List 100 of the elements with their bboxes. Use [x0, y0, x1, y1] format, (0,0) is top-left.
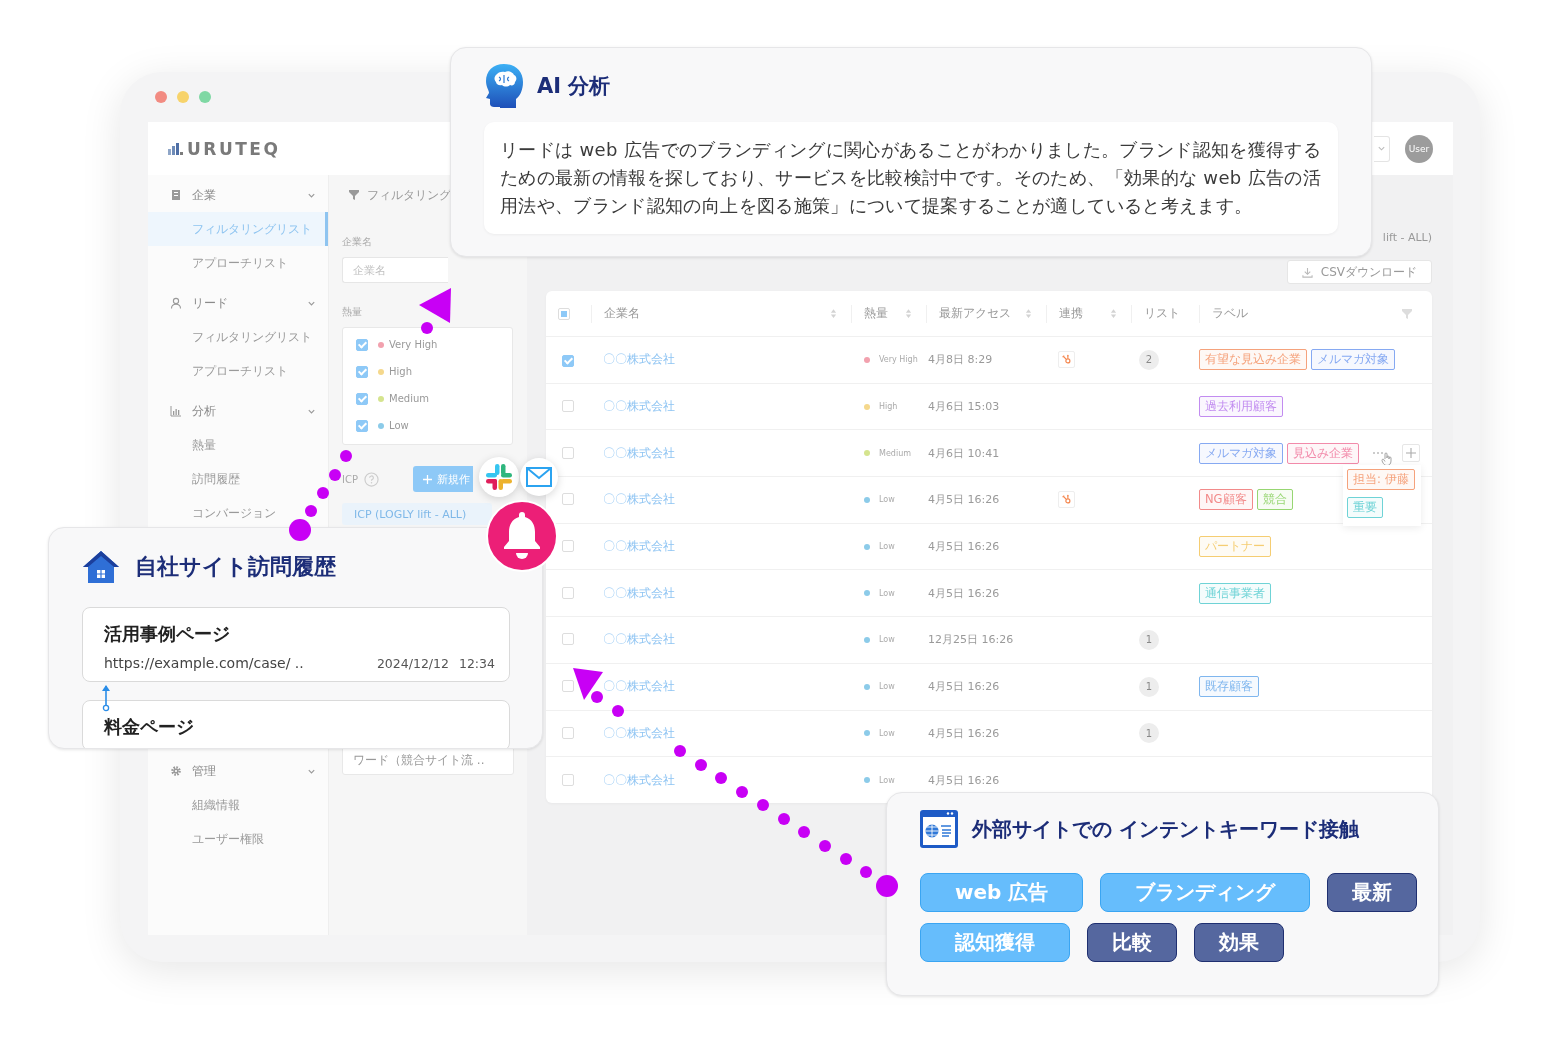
label-tag[interactable]: 見込み企業 [1287, 442, 1359, 464]
company-link[interactable]: 〇〇株式会社 [603, 351, 675, 369]
company-link[interactable]: 〇〇株式会社 [603, 584, 675, 602]
sort-icon[interactable] [1110, 308, 1117, 319]
row-checkbox[interactable] [562, 540, 574, 553]
keyword-chip: 認知獲得 [920, 923, 1070, 962]
company-link[interactable]: 〇〇株式会社 [603, 678, 675, 696]
company-link[interactable]: 〇〇株式会社 [603, 631, 675, 649]
new-button[interactable]: 新規作 [412, 466, 473, 492]
csv-download-button[interactable]: CSVダウンロード [1286, 260, 1432, 284]
label-tag[interactable]: 既存顧客 [1199, 676, 1259, 698]
label-tag[interactable]: メルマガ対象 [1199, 442, 1283, 464]
download-icon [1301, 266, 1313, 278]
help-icon[interactable] [363, 471, 379, 487]
plus-icon [1406, 448, 1416, 459]
company-link[interactable]: 〇〇株式会社 [603, 491, 675, 509]
dropdown[interactable] [1374, 135, 1390, 162]
close-dot[interactable] [155, 91, 167, 103]
app-logo-text: URUTEQ [187, 138, 281, 159]
column-header[interactable]: リスト [1144, 305, 1199, 322]
label-tag[interactable]: 有望な見込み企業 [1199, 349, 1307, 371]
row-checkbox[interactable] [562, 633, 574, 646]
company-link[interactable]: 〇〇株式会社 [603, 538, 675, 556]
option-label: Medium [389, 393, 429, 404]
heat-level: Low [879, 775, 895, 785]
sidebar-item[interactable]: アプローチリスト [148, 246, 328, 280]
heat-level: Low [879, 495, 895, 505]
row-checkbox[interactable] [562, 773, 574, 786]
row-checkbox[interactable] [562, 726, 574, 739]
sidebar-item[interactable]: コンバージョン [148, 496, 328, 530]
option-label: Very High [389, 339, 438, 350]
column-header[interactable]: ラベル [1212, 305, 1432, 322]
sidebar-item[interactable]: 組織情報 [148, 788, 328, 822]
row-checkbox[interactable] [562, 493, 574, 506]
label-tag[interactable]: 過去利用顧客 [1199, 396, 1283, 418]
heat-level: Very High [879, 355, 918, 365]
funnel-icon[interactable] [1402, 308, 1412, 319]
access-time: 4月5日 16:26 [928, 585, 1000, 601]
sort-icon[interactable] [830, 308, 837, 319]
label-tag[interactable]: 通信事業者 [1199, 582, 1271, 604]
heat-level: Medium [879, 448, 911, 458]
page-url: https://example.com/case/ .. [104, 655, 304, 671]
heat-level: Low [879, 682, 895, 692]
keyword-chip: 最新 [1327, 873, 1418, 912]
count-badge: 1 [1139, 676, 1159, 697]
browser-globe-icon [920, 810, 958, 848]
card-title: 外部サイトでの インテントキーワード接触 [972, 815, 1359, 843]
row-checkbox[interactable] [562, 446, 574, 459]
sidebar-group[interactable]: 企業 [148, 178, 328, 212]
caret-icon [1377, 144, 1386, 153]
company-link[interactable]: 〇〇株式会社 [603, 724, 675, 742]
company-link[interactable]: 〇〇株式会社 [603, 771, 675, 789]
column-header[interactable]: 最新アクセス [939, 305, 1025, 322]
card-title: AI 分析 [537, 73, 611, 100]
heat-level: High [879, 402, 898, 412]
add-label-button[interactable] [1402, 444, 1420, 463]
bar-chart-icon [170, 405, 182, 417]
sidebar-item[interactable]: ユーザー権限 [148, 822, 328, 856]
row-checkbox[interactable] [562, 680, 574, 693]
select-all-checkbox[interactable] [558, 307, 570, 320]
minimize-dot[interactable] [177, 91, 189, 103]
keyword-chip: web 広告 [920, 873, 1084, 912]
column-header[interactable]: 連携 [1059, 305, 1110, 322]
maximize-dot[interactable] [199, 91, 211, 103]
sort-icon[interactable] [905, 308, 912, 319]
list-item[interactable]: ICP (LOGLY lift - ALL) [342, 503, 492, 525]
checkbox[interactable] [356, 419, 368, 432]
access-time: 4月5日 16:26 [928, 492, 1000, 508]
row-checkbox[interactable] [562, 400, 574, 413]
company-link[interactable]: 〇〇株式会社 [603, 398, 675, 416]
access-time: 4月6日 10:41 [928, 445, 1000, 461]
label-tag[interactable]: 競合 [1256, 489, 1293, 511]
column-header[interactable]: 熱量 [864, 305, 905, 322]
label-tag[interactable]: NG顧客 [1199, 489, 1253, 511]
company-link[interactable]: 〇〇株式会社 [603, 444, 675, 462]
sidebar-item[interactable]: フィルタリングリスト [148, 212, 328, 246]
row-checkbox[interactable] [562, 586, 574, 599]
label-tag[interactable]: 重要 [1347, 497, 1383, 519]
sidebar-item[interactable]: 訪問履歴 [148, 462, 328, 496]
keyword-chip: ブランディング [1100, 873, 1311, 912]
sidebar-group[interactable]: 管理 [148, 754, 328, 788]
label-tag[interactable]: パートナー [1199, 536, 1271, 558]
label-tag[interactable]: 担当: 伊藤 [1347, 469, 1415, 491]
sidebar-group[interactable]: リード [148, 286, 328, 320]
checkbox[interactable] [356, 338, 368, 351]
option-label: Low [389, 420, 409, 431]
checkbox[interactable] [356, 365, 368, 378]
label-tag[interactable]: メルマガ対象 [1311, 349, 1395, 371]
clipboard-icon [170, 189, 182, 201]
sidebar-item[interactable]: フィルタリングリスト [148, 320, 328, 354]
row-checkbox[interactable] [562, 355, 574, 368]
sidebar-group[interactable]: 分析 [148, 394, 328, 428]
checkbox[interactable] [356, 392, 368, 405]
sidebar-item[interactable]: アプローチリスト [148, 354, 328, 388]
sort-icon[interactable] [1025, 308, 1032, 319]
user-avatar[interactable]: User [1405, 134, 1433, 163]
analysis-text: リードは web 広告でのブランディングに関心があることがわかりました。ブランド認知を獲得するための最新の情報を探しており、サービスを比較検討中です。そのため、「効果的な web 広告の活用法や、ブランド認知の向上を図る施策」について提案することが適していると考えます。 [500, 139, 1322, 216]
sidebar-item[interactable]: 熱量 [148, 428, 328, 462]
column-header[interactable]: 企業名 [604, 305, 830, 322]
funnel-icon [349, 190, 359, 200]
